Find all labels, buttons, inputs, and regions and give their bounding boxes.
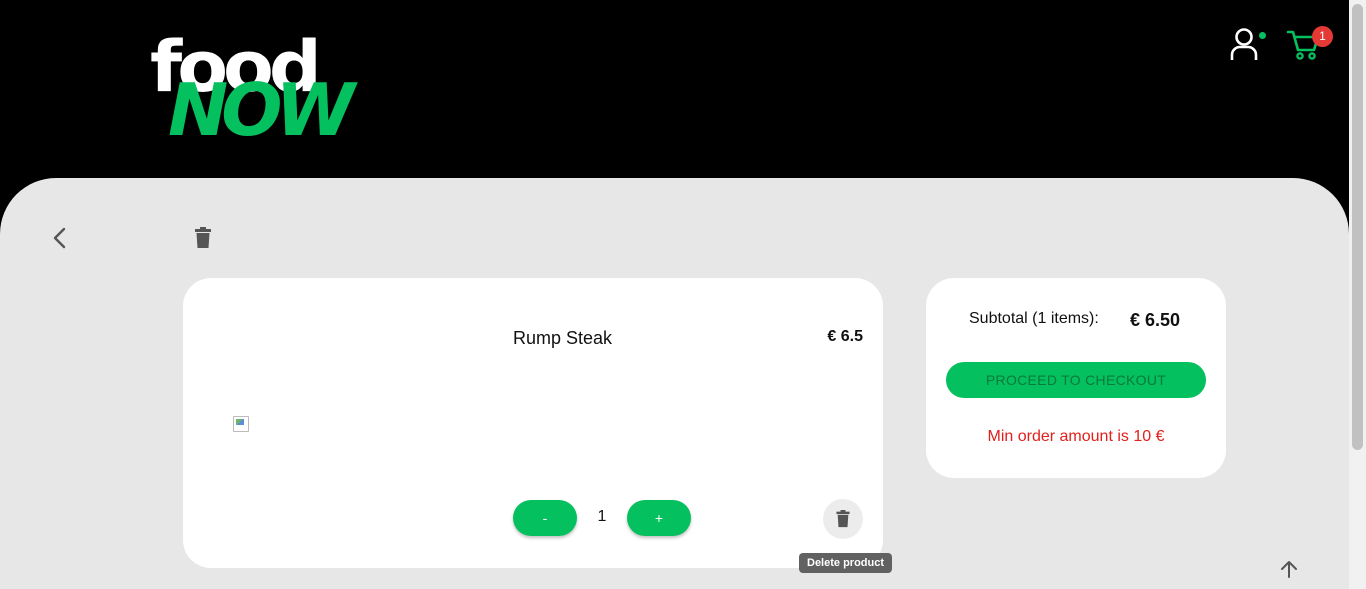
trash-icon — [836, 510, 850, 528]
scroll-to-top-button[interactable] — [1278, 558, 1300, 580]
page-scrollbar[interactable] — [1349, 0, 1366, 589]
product-price: € 6.5 — [827, 328, 863, 345]
online-status-dot — [1259, 32, 1266, 39]
product-image — [233, 416, 249, 432]
decrease-quantity-button[interactable]: - — [513, 500, 577, 536]
chevron-left-icon — [53, 227, 66, 249]
trash-icon — [195, 227, 211, 248]
subtotal-label: Subtotal (1 items): — [969, 310, 1099, 327]
product-name: Rump Steak — [513, 328, 613, 348]
order-summary-card: Subtotal (1 items): € 6.50 PROCEED TO CH… — [926, 278, 1226, 478]
clear-cart-button[interactable] — [192, 226, 214, 250]
food-now-logo[interactable]: food NOW — [150, 30, 355, 146]
proceed-to-checkout-button[interactable]: PROCEED TO CHECKOUT — [946, 362, 1206, 398]
cart-item-card: Rump Steak € 6.5 - 1 + — [183, 278, 883, 568]
quantity-value: 1 — [597, 508, 607, 525]
arrow-up-icon — [1281, 561, 1297, 578]
min-order-warning: Min order amount is 10 € — [987, 428, 1165, 445]
scrollbar-thumb[interactable] — [1352, 4, 1363, 450]
delete-product-button[interactable] — [823, 499, 863, 539]
subtotal-value: € 6.50 — [1130, 310, 1181, 330]
back-button[interactable] — [48, 226, 72, 250]
logo-now-text: NOW — [168, 68, 355, 152]
increase-quantity-button[interactable]: + — [627, 500, 691, 536]
cart-count-badge: 1 — [1312, 26, 1333, 47]
delete-product-tooltip: Delete product — [799, 553, 893, 573]
user-icon — [1230, 28, 1258, 60]
